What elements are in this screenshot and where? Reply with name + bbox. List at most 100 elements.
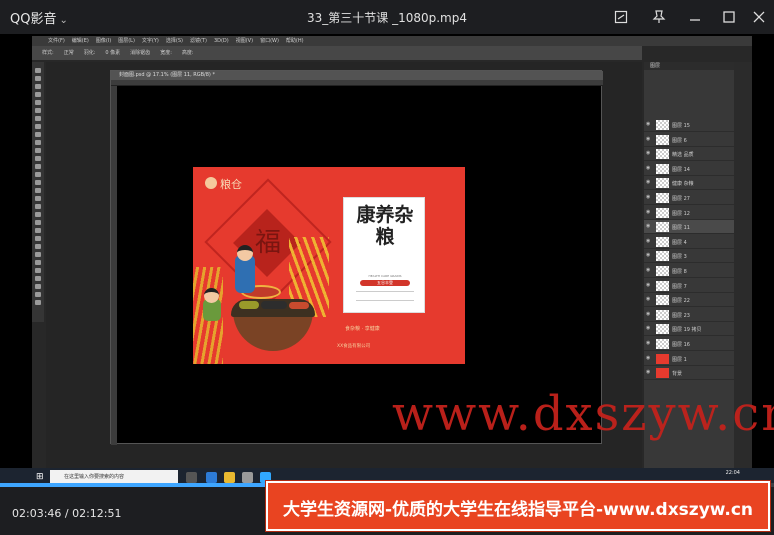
screenshot-icon[interactable] <box>610 6 632 28</box>
ps-menu-item[interactable]: 图层(L) <box>118 38 135 44</box>
ps-tool-icon[interactable] <box>35 196 41 201</box>
ps-tool-icon[interactable] <box>35 212 41 217</box>
ps-tool-icon[interactable] <box>35 164 41 169</box>
eye-icon[interactable]: ◉ <box>646 136 652 142</box>
minimize-icon[interactable] <box>684 6 706 28</box>
layer-row[interactable]: ◉ 图层 12 <box>644 206 734 220</box>
edge-icon[interactable] <box>206 472 217 483</box>
ps-tool-icon[interactable] <box>35 236 41 241</box>
task-view-icon[interactable] <box>186 472 197 483</box>
maximize-icon[interactable] <box>718 6 740 28</box>
ps-tool-icon[interactable] <box>35 132 41 137</box>
eye-icon[interactable]: ◉ <box>646 341 652 346</box>
layer-row[interactable]: ◉ 背景 <box>644 366 734 381</box>
ps-option[interactable]: 羽化: <box>84 50 96 56</box>
ps-menu-item[interactable]: 编辑(E) <box>72 38 89 44</box>
eye-icon[interactable]: ◉ <box>646 355 652 361</box>
layer-row[interactable]: ◉ 图层 6 <box>644 133 734 147</box>
ps-tool-icon[interactable] <box>35 268 41 273</box>
ps-menu-item[interactable]: 图像(I) <box>96 38 111 44</box>
eye-icon[interactable]: ◉ <box>646 122 652 127</box>
eye-icon[interactable]: ◉ <box>646 311 652 317</box>
eye-icon[interactable]: ◉ <box>646 209 652 215</box>
ps-tool-icon[interactable] <box>35 148 41 153</box>
ps-option[interactable]: 样式: <box>42 50 54 56</box>
ps-option[interactable]: 0 像素 <box>105 50 120 56</box>
eye-icon[interactable]: ◉ <box>646 268 652 273</box>
ps-tool-icon[interactable] <box>35 172 41 177</box>
ps-option[interactable]: 宽度: <box>160 50 172 56</box>
ps-option[interactable]: 消除锯齿 <box>130 50 150 56</box>
layer-row[interactable]: ◉ 图层 27 <box>644 191 734 205</box>
ps-menu-item[interactable]: 文件(F) <box>48 38 65 44</box>
layer-row[interactable]: ◉ 图层 23 <box>644 308 734 322</box>
layer-row[interactable]: ◉ 图层 14 <box>644 162 734 176</box>
ps-tool-icon[interactable] <box>35 116 41 121</box>
eye-icon[interactable]: ◉ <box>646 297 652 302</box>
ps-menu-item[interactable]: 选择(S) <box>166 38 183 44</box>
ps-tool-icon[interactable] <box>35 108 41 113</box>
layer-row[interactable]: ◉ 图层 7 <box>644 279 734 293</box>
close-icon[interactable] <box>748 6 770 28</box>
windows-start-icon[interactable]: ⊞ <box>36 472 46 482</box>
layer-row[interactable]: ◉ 图层 22 <box>644 293 734 308</box>
explorer-icon[interactable] <box>224 472 235 483</box>
video-frame[interactable]: 文件(F) 编辑(E) 图像(I) 图层(L) 文字(Y) 选择(S) 滤镜(T) 3D(D)… <box>0 34 774 487</box>
ps-menu-item[interactable]: 窗口(W) <box>260 38 279 44</box>
eye-icon[interactable]: ◉ <box>646 165 652 171</box>
eye-icon[interactable]: ◉ <box>646 326 652 331</box>
ps-menu-item[interactable]: 3D(D) <box>214 38 229 44</box>
ps-tool-icon[interactable] <box>35 292 41 297</box>
layer-name: 图层 12 <box>672 210 690 217</box>
layer-row[interactable]: ◉ 图层 16 <box>644 337 734 351</box>
ps-tool-icon[interactable] <box>35 100 41 105</box>
ps-menu-item[interactable]: 视图(V) <box>236 38 253 44</box>
eye-icon[interactable]: ◉ <box>646 180 652 185</box>
ps-tool-icon[interactable] <box>35 228 41 233</box>
ps-tool-icon[interactable] <box>35 180 41 185</box>
layer-row[interactable]: ◉ 图层 8 <box>644 264 734 278</box>
layer-row[interactable]: ◉ 图层 1 <box>644 352 734 366</box>
eye-icon[interactable]: ◉ <box>646 195 652 200</box>
layer-row[interactable]: ◉ 图层 11 <box>644 220 734 235</box>
ps-option[interactable]: 正常 <box>64 50 74 56</box>
layer-name: 图层 14 <box>672 166 690 173</box>
ps-tool-icon[interactable] <box>35 204 41 209</box>
store-icon[interactable] <box>242 472 253 483</box>
eye-icon[interactable]: ◉ <box>646 282 652 288</box>
ps-tool-icon[interactable] <box>35 92 41 97</box>
ps-menu-item[interactable]: 帮助(H) <box>286 38 304 44</box>
ps-tool-icon[interactable] <box>35 84 41 89</box>
ps-tool-icon[interactable] <box>35 284 41 289</box>
eye-icon[interactable]: ◉ <box>646 253 652 258</box>
layer-row[interactable]: ◉ 图层 15 <box>644 118 734 132</box>
layer-row[interactable]: ◉ 图层 3 <box>644 249 734 264</box>
layer-thumbnail <box>656 368 669 379</box>
layer-row[interactable]: ◉ 图层 4 <box>644 235 734 249</box>
ps-menu-item[interactable]: 文字(Y) <box>142 38 159 44</box>
ps-tool-icon[interactable] <box>35 300 41 305</box>
ps-menu-item[interactable]: 滤镜(T) <box>190 38 207 44</box>
eye-icon[interactable]: ◉ <box>646 370 652 375</box>
pin-icon[interactable] <box>648 6 670 28</box>
layer-row[interactable]: ◉ 精选 品质 <box>644 147 734 162</box>
ps-tool-icon[interactable] <box>35 124 41 129</box>
ps-tool-icon[interactable] <box>35 276 41 281</box>
layer-row[interactable]: ◉ 健康 杂粮 <box>644 176 734 191</box>
ps-option[interactable]: 高度: <box>182 50 194 56</box>
layer-thumbnail <box>656 266 669 276</box>
ps-tool-icon[interactable] <box>35 156 41 161</box>
eye-icon[interactable]: ◉ <box>646 224 652 229</box>
eye-icon[interactable]: ◉ <box>646 151 652 156</box>
layer-name: 背景 <box>672 371 683 378</box>
ps-tool-icon[interactable] <box>35 244 41 249</box>
ps-tool-icon[interactable] <box>35 260 41 265</box>
ps-tool-icon[interactable] <box>35 140 41 145</box>
ps-tool-icon[interactable] <box>35 188 41 193</box>
ps-tool-icon[interactable] <box>35 76 41 81</box>
layer-row[interactable]: ◉ 图层 19 拷贝 <box>644 322 734 337</box>
eye-icon[interactable]: ◉ <box>646 238 652 244</box>
ps-tool-icon[interactable] <box>35 220 41 225</box>
ps-tool-icon[interactable] <box>35 68 41 73</box>
ps-tool-icon[interactable] <box>35 252 41 257</box>
